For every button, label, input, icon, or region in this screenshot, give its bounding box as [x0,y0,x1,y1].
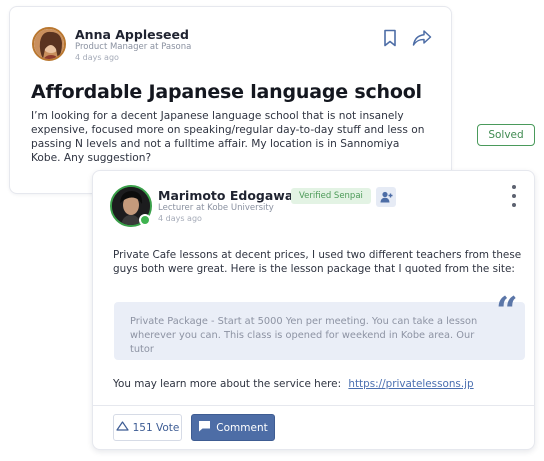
question-body: I’m looking for a decent Japanese langua… [31,110,425,164]
vote-count: 151 Vote [132,421,180,434]
comment-icon [198,420,211,435]
answer-body: Private Cafe lessons at decent prices, I… [113,249,522,275]
question-title[interactable]: Affordable Japanese language school [31,81,422,103]
add-user-icon[interactable] [376,187,396,207]
quote-block: Private Package - Start at 5000 Yen per … [114,292,525,360]
divider [93,405,534,406]
solved-badge: Solved [477,124,535,146]
comment-button[interactable]: Comment [191,414,275,441]
learn-more-text: You may learn more about the service her… [113,378,342,390]
vote-button[interactable]: 151 Vote [113,414,182,441]
online-status-icon [139,214,151,226]
verified-badge: Verified Senpai [291,188,371,204]
qa-thread: Anna Appleseed Product Manager at Pasona… [0,0,544,461]
more-options-icon[interactable] [510,185,518,207]
quote-text: Private Package - Start at 5000 Yen per … [130,316,478,355]
quote-icon: “ [496,288,518,333]
question-author-name[interactable]: Anna Appleseed [75,27,191,42]
answer-author-role: Lecturer at Kobe University [158,203,274,213]
answer-author-avatar[interactable] [110,185,152,227]
answer-timestamp: 4 days ago [158,214,202,223]
question-actions [382,29,432,47]
bookmark-icon[interactable] [382,29,398,47]
question-author: Anna Appleseed Product Manager at Pasona… [75,27,191,63]
comment-label: Comment [216,421,268,434]
question-timestamp: 4 days ago [75,53,119,62]
question-author-role: Product Manager at Pasona [75,42,192,52]
answer-card: Marimoto Edogawa Lecturer at Kobe Univer… [92,170,535,450]
question-author-avatar[interactable] [32,27,66,61]
question-card: Anna Appleseed Product Manager at Pasona… [9,6,452,194]
answer-author-name[interactable]: Marimoto Edogawa [158,188,293,203]
answer-author: Marimoto Edogawa Lecturer at Kobe Univer… [158,188,293,224]
share-icon[interactable] [412,29,432,47]
learn-more-line: You may learn more about the service her… [113,378,474,390]
upvote-icon [116,421,129,434]
service-link[interactable]: https://privatelessons.jp [348,378,473,390]
